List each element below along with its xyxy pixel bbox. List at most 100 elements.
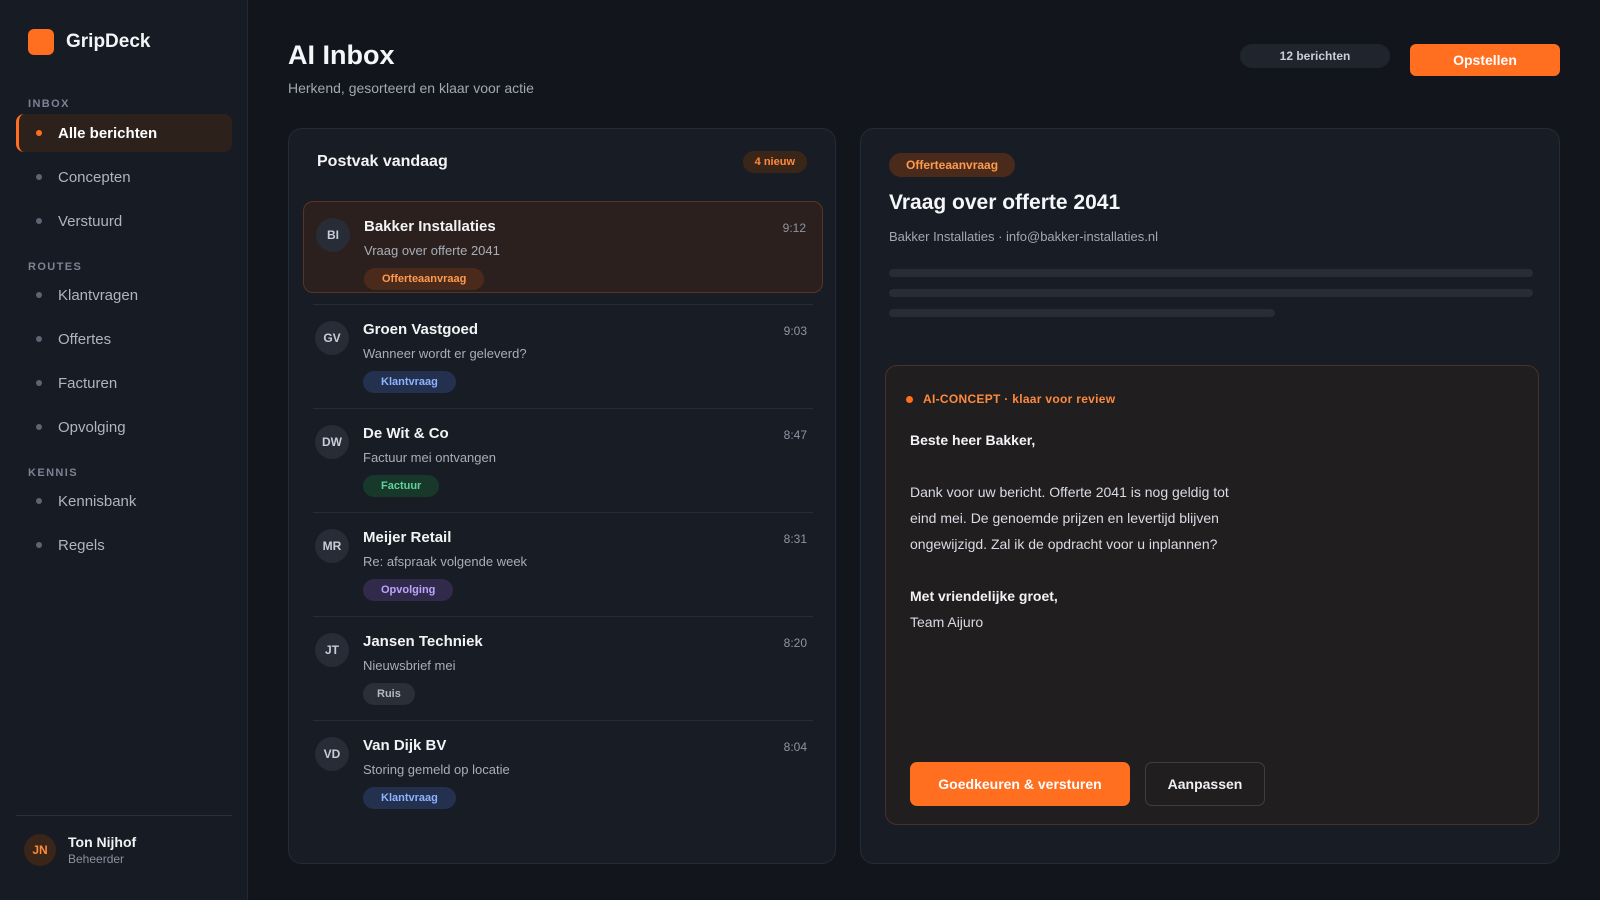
sidebar-item-label: Regels [58, 536, 105, 554]
message-count-badge: 12 berichten [1240, 44, 1390, 68]
message-time: 9:12 [782, 221, 806, 235]
message-subject: Vraag over offerte 2041 [364, 243, 500, 258]
sidebar-item-opvolging[interactable]: Opvolging [16, 408, 232, 446]
page-title: AI Inbox [288, 40, 395, 70]
list-item[interactable]: JT Jansen Techniek 8:20 Nieuwsbrief mei … [303, 617, 823, 709]
inbox-title: Postvak vandaag [317, 153, 448, 170]
bullet-icon [36, 498, 42, 504]
inbox-panel: Postvak vandaag 4 nieuw BI Bakker Instal… [288, 128, 836, 864]
message-body-placeholder-line [889, 269, 1533, 277]
brand-name: GripDeck [66, 31, 151, 52]
sidebar-item-offertes[interactable]: Offertes [16, 320, 232, 358]
category-tag: Klantvraag [363, 787, 456, 809]
list-item[interactable]: VD Van Dijk BV 8:04 Storing gemeld op lo… [303, 721, 823, 813]
message-sender: Meijer Retail [363, 529, 452, 546]
category-tag: Opvolging [363, 579, 454, 601]
message-detail-panel: Offerteaanvraag Vraag over offerte 2041 … [860, 128, 1560, 864]
ai-draft-signature: Team Aijuro [910, 614, 984, 630]
message-sender: Groen Vastgoed [363, 321, 479, 338]
ai-draft-line: ongewijzigd. Zal ik de opdracht voor u i… [910, 536, 1218, 552]
section-label-kennis: KENNIS [28, 467, 78, 479]
status-dot-icon [906, 395, 913, 403]
category-tag: Factuur [363, 475, 440, 497]
avatar: DW [315, 425, 349, 459]
user-profile[interactable]: JN Ton Nijhof Beheerder [24, 834, 136, 866]
sidebar-divider [16, 815, 232, 816]
sidebar-item-facturen[interactable]: Facturen [16, 364, 232, 402]
category-tag: Klantvraag [363, 371, 456, 393]
user-role: Beheerder [68, 852, 125, 866]
sidebar: GripDeck INBOX Alle berichten Concepten … [0, 0, 248, 900]
ai-draft-box: AI-CONCEPT · klaar voor review Beste hee… [885, 365, 1539, 825]
message-subject: Wanneer wordt er geleverd? [363, 346, 527, 361]
sidebar-item-klantvragen[interactable]: Klantvragen [16, 276, 232, 314]
edit-button[interactable]: Aanpassen [1145, 762, 1265, 806]
message-time: 8:47 [783, 428, 807, 442]
sidebar-item-label: Verstuurd [58, 212, 123, 230]
user-name: Ton Nijhof [68, 834, 137, 850]
bullet-icon [36, 292, 42, 298]
avatar: JT [315, 633, 349, 667]
message-body-placeholder-line [889, 309, 1275, 317]
list-item[interactable]: BI Bakker Installaties 9:12 Vraag over o… [303, 201, 823, 293]
bullet-icon [36, 174, 42, 180]
avatar: JN [24, 834, 56, 866]
avatar: GV [315, 321, 349, 355]
ai-draft-label: AI-CONCEPT · klaar voor review [906, 392, 1115, 406]
message-subject: Storing gemeld op locatie [363, 762, 510, 777]
section-label-inbox: INBOX [28, 98, 70, 110]
message-time: 9:03 [783, 324, 807, 338]
sidebar-item-alle-berichten[interactable]: Alle berichten [16, 114, 232, 152]
message-body-placeholder-line [889, 289, 1533, 297]
message-sender: De Wit & Co [363, 425, 449, 442]
avatar: VD [315, 737, 349, 771]
list-item[interactable]: MR Meijer Retail 8:31 Re: afspraak volge… [303, 513, 823, 605]
ai-draft-closing: Met vriendelijke groet, [910, 588, 1058, 604]
message-subject-heading: Vraag over offerte 2041 [889, 191, 1121, 214]
bullet-icon [36, 130, 42, 136]
sidebar-item-label: Opvolging [58, 418, 126, 436]
sidebar-item-label: Klantvragen [58, 286, 139, 304]
category-tag: Offerteaanvraag [889, 153, 1016, 177]
ai-draft-line: eind mei. De genoemde prijzen en leverti… [910, 510, 1219, 526]
message-subject: Nieuwsbrief mei [363, 658, 456, 673]
message-sender: Bakker Installaties [364, 218, 496, 235]
message-subject: Re: afspraak volgende week [363, 554, 528, 569]
sidebar-item-label: Offertes [58, 330, 112, 348]
bullet-icon [36, 218, 42, 224]
message-time: 8:31 [783, 532, 807, 546]
message-from: Bakker Installaties · info@bakker-instal… [889, 229, 1158, 244]
list-item[interactable]: DW De Wit & Co 8:47 Factuur mei ontvange… [303, 409, 823, 501]
bullet-icon [36, 424, 42, 430]
category-tag: Offerteaanvraag [364, 268, 485, 290]
sidebar-item-regels[interactable]: Regels [16, 526, 232, 564]
message-sender: Van Dijk BV [363, 737, 447, 754]
avatar: MR [315, 529, 349, 563]
ai-draft-line: Dank voor uw bericht. Offerte 2041 is no… [910, 484, 1229, 500]
sidebar-item-label: Alle berichten [58, 124, 158, 142]
avatar: BI [316, 218, 350, 252]
ai-draft-greeting: Beste heer Bakker, [910, 432, 1036, 448]
category-tag: Ruis [363, 683, 415, 705]
bullet-icon [36, 336, 42, 342]
ai-draft-label-text: AI-CONCEPT · klaar voor review [923, 392, 1116, 406]
bullet-icon [36, 542, 42, 548]
message-time: 8:04 [783, 740, 807, 754]
sidebar-item-concepten[interactable]: Concepten [16, 158, 232, 196]
brand[interactable]: GripDeck [28, 29, 150, 55]
sidebar-item-verstuurd[interactable]: Verstuurd [16, 202, 232, 240]
sidebar-item-kennisbank[interactable]: Kennisbank [16, 482, 232, 520]
section-label-routes: ROUTES [28, 261, 83, 273]
list-item[interactable]: GV Groen Vastgoed 9:03 Wanneer wordt er … [303, 305, 823, 397]
message-sender: Jansen Techniek [363, 633, 483, 650]
approve-send-button[interactable]: Goedkeuren & versturen [910, 762, 1130, 806]
bullet-icon [36, 380, 42, 386]
message-subject: Factuur mei ontvangen [363, 450, 496, 465]
page-subtitle: Herkend, gesorteerd en klaar voor actie [288, 80, 534, 96]
sidebar-item-label: Kennisbank [58, 492, 137, 510]
compose-button[interactable]: Opstellen [1410, 44, 1560, 76]
sidebar-item-label: Facturen [58, 374, 118, 392]
new-count-badge: 4 nieuw [742, 151, 807, 173]
sidebar-item-label: Concepten [58, 168, 131, 186]
brand-logo [28, 29, 54, 55]
